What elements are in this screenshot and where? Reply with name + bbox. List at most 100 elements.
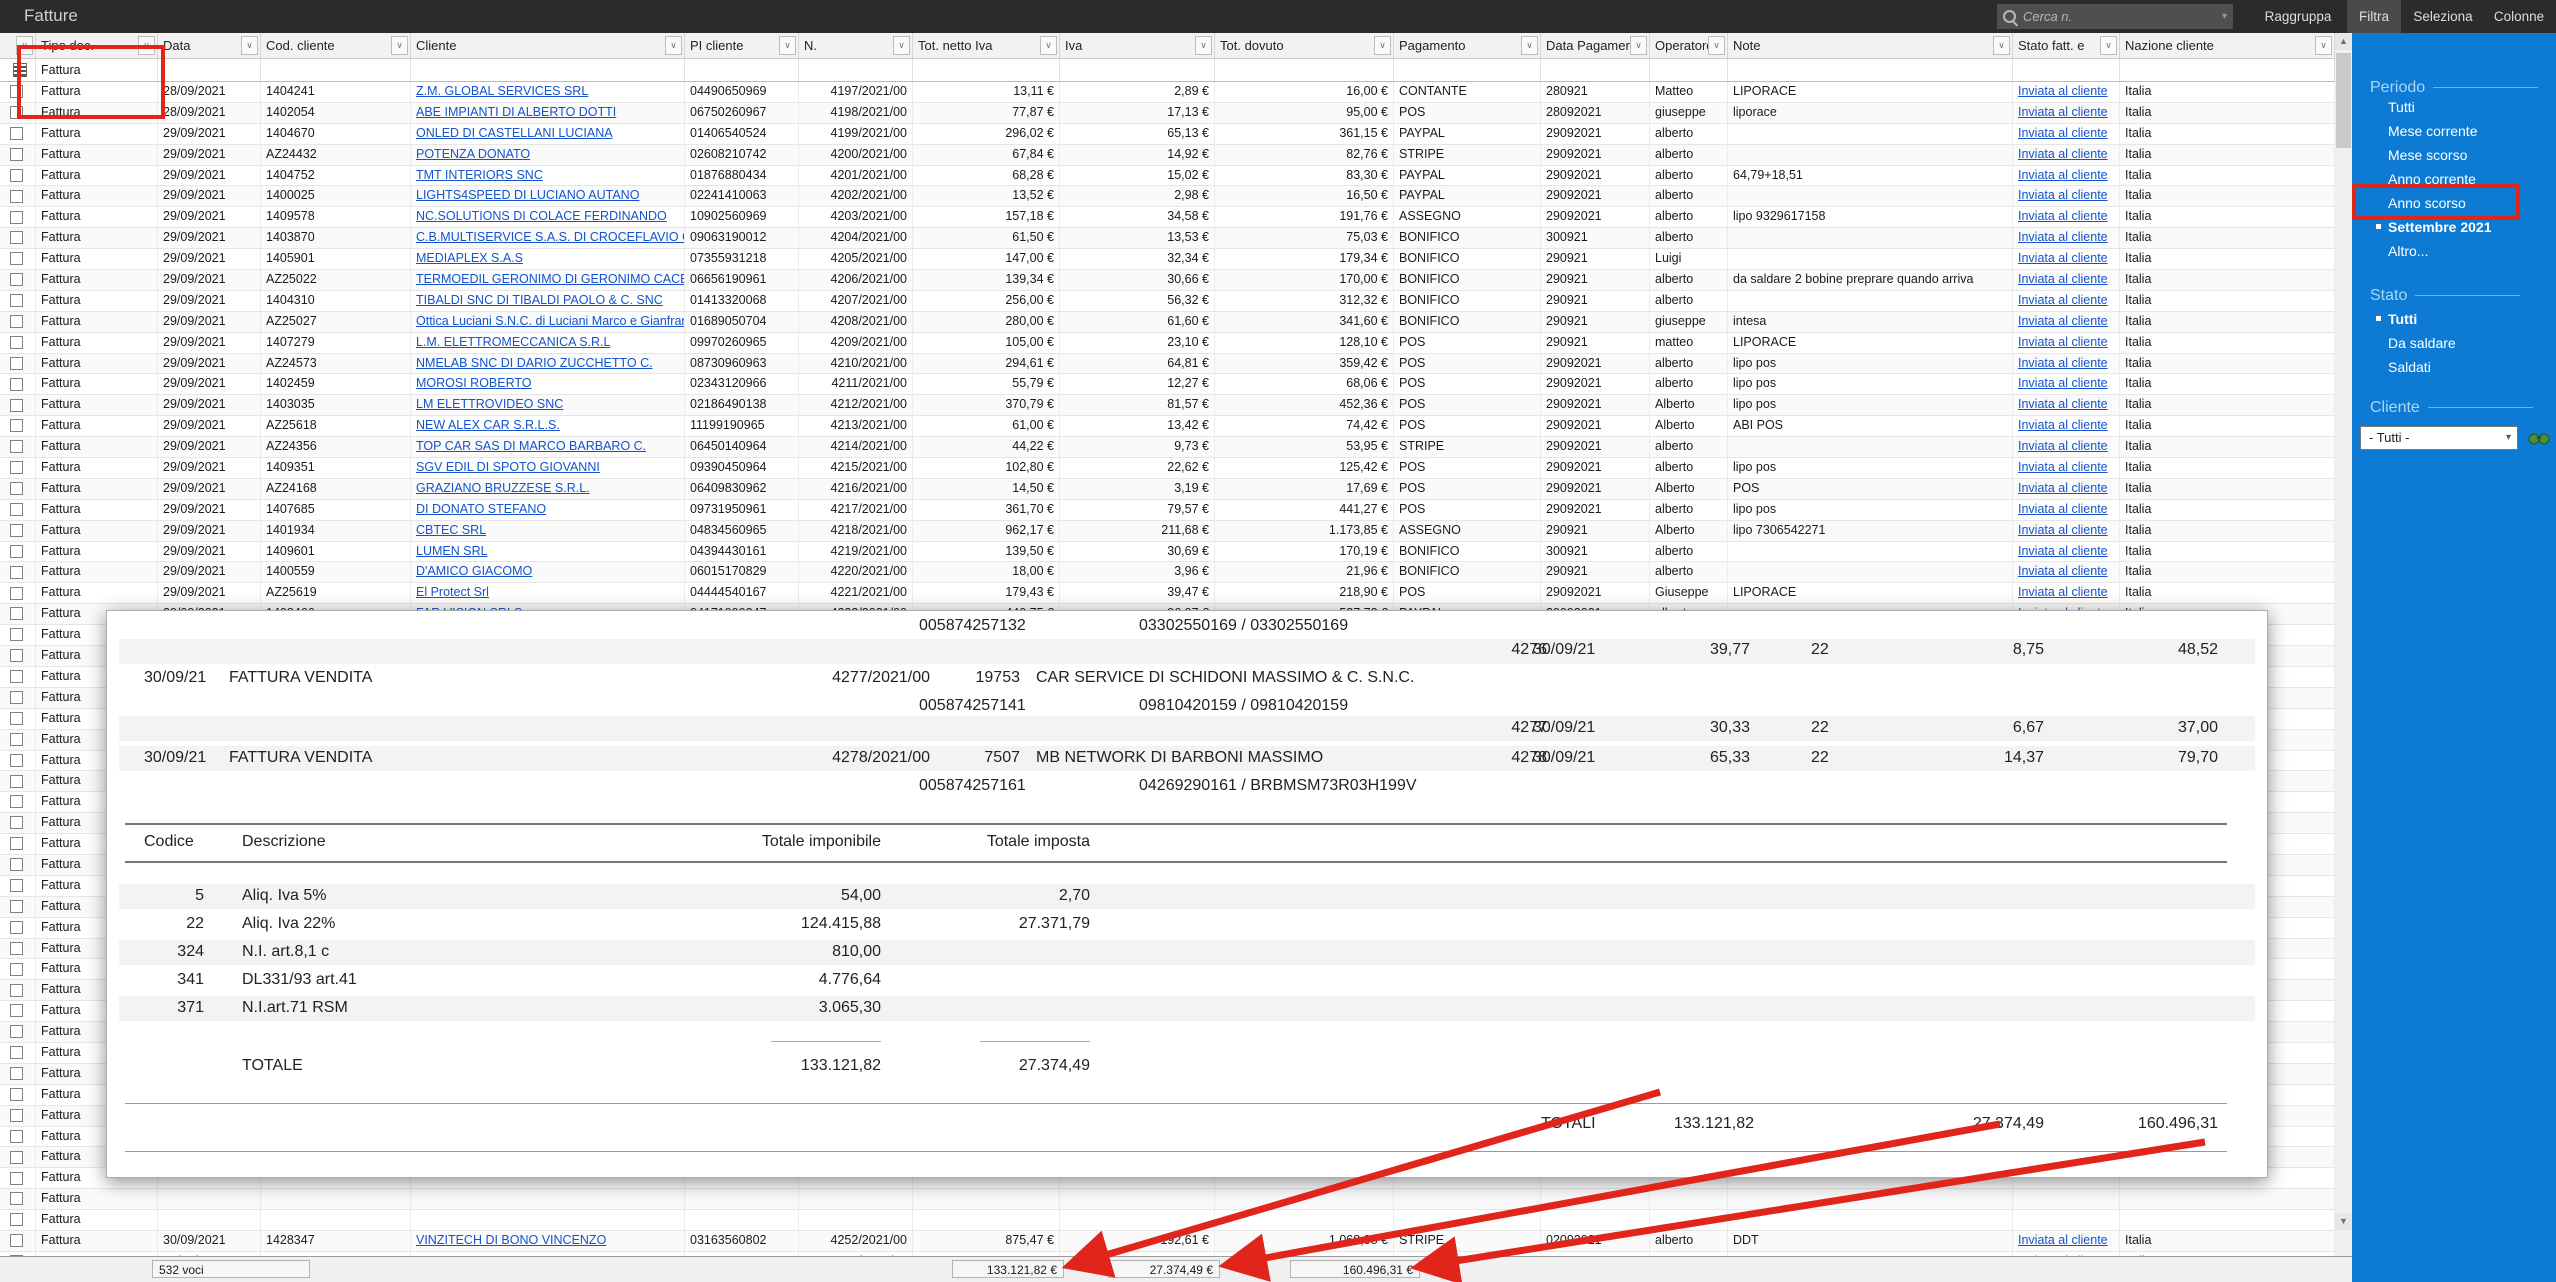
column-filter-icon[interactable]: ∨ (1040, 36, 1057, 55)
row-checkbox[interactable] (10, 1067, 23, 1080)
stato-fatt-link[interactable]: Inviata al cliente (2018, 335, 2108, 349)
filter-cell[interactable] (685, 59, 799, 81)
row-checkbox[interactable] (10, 1088, 23, 1101)
row-checkbox[interactable] (10, 649, 23, 662)
cliente-link[interactable]: NMELAB SNC DI DARIO ZUCCHETTO C. (416, 356, 653, 370)
row-checkbox[interactable] (10, 795, 23, 808)
table-row[interactable]: Fattura 29/09/2021 AZ24168 GRAZIANO BRUZ… (0, 479, 2335, 500)
cliente-link[interactable]: POTENZA DONATO (416, 147, 530, 161)
cliente-link[interactable]: LUMEN SRL (416, 544, 488, 558)
row-checkbox[interactable] (10, 1025, 23, 1038)
column-header-select[interactable]: ∨ (0, 33, 36, 58)
sidebar-item-stato-tutti[interactable]: Tutti (2388, 311, 2417, 327)
stato-fatt-link[interactable]: Inviata al cliente (2018, 1233, 2108, 1247)
column-header-PI cliente[interactable]: PI cliente∨ (685, 33, 799, 58)
filter-cell[interactable] (1215, 59, 1394, 81)
column-header-Nazione cliente[interactable]: Nazione cliente∨ (2120, 33, 2335, 58)
column-header-Data Pagamento[interactable]: Data Pagamento∨ (1541, 33, 1650, 58)
cliente-link[interactable]: VINZITECH DI BONO VINCENZO (416, 1233, 606, 1247)
sidebar-item-mese-corrente[interactable]: Mese corrente (2388, 123, 2477, 139)
row-checkbox[interactable] (10, 231, 23, 244)
colonne-button[interactable]: Colonne (2486, 0, 2552, 33)
cliente-link[interactable]: GRAZIANO BRUZZESE S.R.L. (416, 481, 590, 495)
row-checkbox[interactable] (10, 963, 23, 976)
stato-fatt-link[interactable]: Inviata al cliente (2018, 523, 2108, 537)
column-header-Tipo doc.[interactable]: Tipo doc.∨ (36, 33, 158, 58)
column-filter-icon[interactable]: ∨ (241, 36, 258, 55)
seleziona-button[interactable]: Seleziona (2405, 0, 2481, 33)
table-row[interactable]: Fattura 29/09/2021 AZ25618 NEW ALEX CAR … (0, 416, 2335, 437)
cliente-link[interactable]: TOP CAR SAS DI MARCO BARBARO C. (416, 439, 646, 453)
cliente-link[interactable]: MEDIAPLEX S.A.S (416, 251, 523, 265)
row-checkbox[interactable] (10, 273, 23, 286)
row-checkbox[interactable] (10, 399, 23, 412)
row-checkbox[interactable] (10, 503, 23, 516)
column-filter-icon[interactable]: ∨ (2315, 36, 2332, 55)
sidebar-item-mese-scorso[interactable]: Mese scorso (2388, 147, 2467, 163)
column-filter-icon[interactable]: ∨ (1195, 36, 1212, 55)
stato-fatt-link[interactable]: Inviata al cliente (2018, 564, 2108, 578)
column-header-Cod. cliente[interactable]: Cod. cliente∨ (261, 33, 411, 58)
column-filter-icon[interactable]: ∨ (893, 36, 910, 55)
row-checkbox[interactable] (10, 1192, 23, 1205)
row-checkbox[interactable] (10, 670, 23, 683)
table-row[interactable]: Fattura 29/09/2021 AZ25022 TERMOEDIL GER… (0, 270, 2335, 291)
column-header-Stato fatt. e[interactable]: Stato fatt. e∨ (2013, 33, 2120, 58)
table-row[interactable]: Fattura 29/09/2021 1404752 TMT INTERIORS… (0, 166, 2335, 187)
scrollbar-thumb[interactable] (2336, 53, 2351, 148)
row-checkbox[interactable] (10, 315, 23, 328)
row-checkbox[interactable] (10, 587, 23, 600)
table-row[interactable]: Fattura 29/09/2021 1404670 ONLED DI CAST… (0, 124, 2335, 145)
row-checkbox[interactable] (10, 858, 23, 871)
column-header-N.[interactable]: N.∨ (799, 33, 913, 58)
column-filter-icon[interactable]: ∨ (1521, 36, 1538, 55)
stato-fatt-link[interactable]: Inviata al cliente (2018, 397, 2108, 411)
row-checkbox[interactable] (10, 440, 23, 453)
table-row[interactable]: Fattura 29/09/2021 1400559 D'AMICO GIACO… (0, 562, 2335, 583)
row-checkbox[interactable] (10, 106, 23, 119)
stato-fatt-link[interactable]: Inviata al cliente (2018, 84, 2108, 98)
column-header-Pagamento[interactable]: Pagamento∨ (1394, 33, 1541, 58)
column-header-Note[interactable]: Note∨ (1728, 33, 2013, 58)
row-checkbox[interactable] (10, 148, 23, 161)
cliente-link[interactable]: D'AMICO GIACOMO (416, 564, 532, 578)
cliente-link[interactable]: NEW ALEX CAR S.R.L.S. (416, 418, 560, 432)
cliente-link[interactable]: TMT INTERIORS SNC (416, 168, 543, 182)
table-row[interactable]: Fattura 29/09/2021 1407279 L.M. ELETTROM… (0, 333, 2335, 354)
row-checkbox[interactable] (10, 1046, 23, 1059)
row-checkbox[interactable] (10, 169, 23, 182)
row-checkbox[interactable] (10, 294, 23, 307)
row-checkbox[interactable] (10, 252, 23, 265)
vertical-scrollbar[interactable]: ▲ ▼ (2335, 33, 2352, 1256)
cliente-link[interactable]: SGV EDIL DI SPOTO GIOVANNI (416, 460, 600, 474)
sidebar-item-altro[interactable]: Altro... (2388, 243, 2428, 259)
table-row[interactable]: Fattura 29/09/2021 1409578 NC.SOLUTIONS … (0, 207, 2335, 228)
table-row[interactable]: Fattura 29/09/2021 1403870 C.B.MULTISERV… (0, 228, 2335, 249)
cliente-link[interactable]: Z.M. GLOBAL SERVICES SRL (416, 84, 588, 98)
cliente-link[interactable]: ONLED DI CASTELLANI LUCIANA (416, 126, 613, 140)
column-filter-icon[interactable]: ∨ (391, 36, 408, 55)
column-filter-icon[interactable]: ∨ (779, 36, 796, 55)
stato-fatt-link[interactable]: Inviata al cliente (2018, 209, 2108, 223)
row-checkbox[interactable] (10, 942, 23, 955)
row-checkbox[interactable] (10, 1130, 23, 1143)
cliente-link[interactable]: TIBALDI SNC DI TIBALDI PAOLO & C. SNC (416, 293, 663, 307)
stato-fatt-link[interactable]: Inviata al cliente (2018, 126, 2108, 140)
row-checkbox[interactable] (10, 1213, 23, 1226)
filter-cell[interactable] (261, 59, 411, 81)
column-filter-icon[interactable]: ∨ (138, 36, 155, 55)
row-checkbox[interactable] (10, 482, 23, 495)
table-row[interactable]: Fattura 29/09/2021 AZ24356 TOP CAR SAS D… (0, 437, 2335, 458)
filter-cell[interactable] (158, 59, 261, 81)
column-header-Tot. netto Iva[interactable]: Tot. netto Iva∨ (913, 33, 1060, 58)
table-row[interactable]: Fattura 29/09/2021 1405901 MEDIAPLEX S.A… (0, 249, 2335, 270)
sidebar-item-da-saldare[interactable]: Da saldare (2388, 335, 2456, 351)
cliente-link[interactable]: L.M. ELETTROMECCANICA S.R.L (416, 335, 610, 349)
row-checkbox[interactable] (10, 1151, 23, 1164)
row-checkbox[interactable] (10, 127, 23, 140)
scroll-down-icon[interactable]: ▼ (2335, 1213, 2352, 1230)
row-checkbox[interactable] (10, 754, 23, 767)
stato-fatt-link[interactable]: Inviata al cliente (2018, 314, 2108, 328)
table-row[interactable]: Fattura (0, 1189, 2335, 1210)
row-checkbox[interactable] (10, 628, 23, 641)
